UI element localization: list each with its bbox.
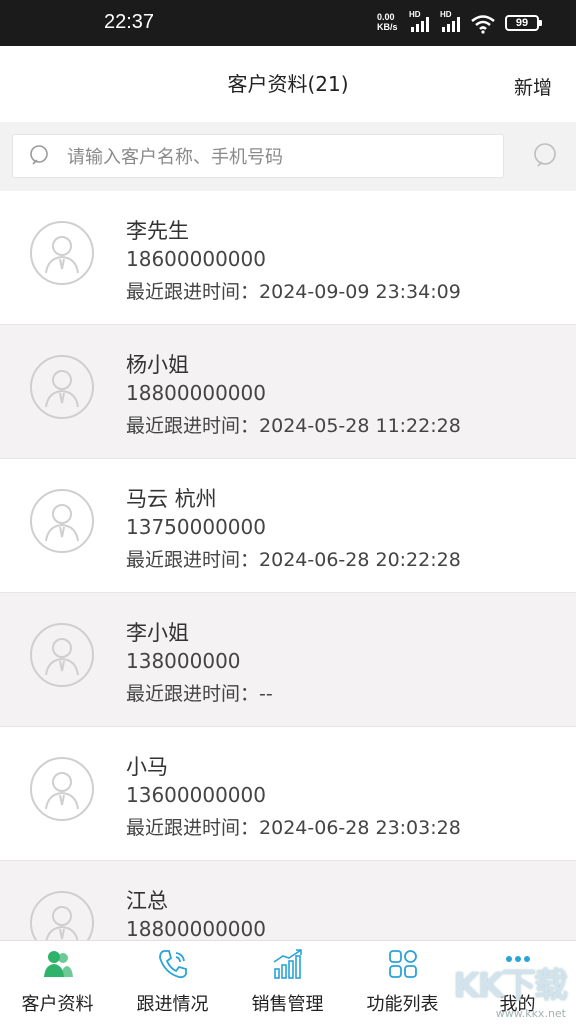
customer-name: 江总 [126, 889, 168, 913]
search-bar [0, 122, 576, 191]
follow-time-value: 2024-06-28 20:22:28 [259, 549, 461, 571]
grid-icon [389, 950, 417, 978]
customer-follow-time: 最近跟进时间：2024-06-28 23:03:28 [126, 813, 461, 840]
follow-time-value: -- [259, 683, 273, 705]
customer-phone: 18800000000 [126, 917, 266, 941]
customer-icon [44, 951, 73, 977]
follow-time-value: 2024-06-28 23:03:28 [259, 817, 461, 839]
customer-follow-time: 最近跟进时间：2024-09-09 23:34:09 [126, 277, 461, 304]
add-customer-button[interactable]: 新增 [514, 73, 552, 100]
customer-name: 马云 杭州 [126, 487, 217, 511]
tab-customers[interactable]: 客户资料 [0, 941, 115, 1025]
status-time: 22:37 [104, 11, 155, 33]
signal-2-icon: HD [438, 10, 468, 34]
customer-name: 小马 [126, 755, 168, 779]
tab-functions[interactable]: 功能列表 [345, 941, 460, 1025]
follow-label: 最近跟进时间： [126, 415, 260, 437]
watermark-url: www.kkx.net [495, 1007, 566, 1020]
watermark-brand: KK下载 [453, 966, 568, 1006]
avatar-icon [30, 489, 94, 553]
chart-icon [273, 949, 302, 979]
tab-sales[interactable]: 销售管理 [230, 941, 345, 1025]
avatar-icon [30, 221, 94, 285]
follow-label: 最近跟进时间： [126, 817, 260, 839]
tab-label: 客户资料 [21, 994, 94, 1015]
wifi-icon [471, 15, 495, 34]
watermark-logo: KK下载 www.kkx.net [453, 958, 568, 1020]
follow-label: 最近跟进时间： [126, 683, 260, 705]
net-speed-unit: KB/s [377, 22, 398, 32]
signal-1-label: HD [409, 10, 421, 19]
follow-label: 最近跟进时间： [126, 549, 260, 571]
search-icon [30, 145, 48, 165]
page-title: 客户资料(21) [227, 72, 349, 96]
tab-label: 功能列表 [366, 994, 439, 1015]
customer-item[interactable]: 小马 13600000000 最近跟进时间：2024-06-28 23:03:2… [0, 727, 576, 861]
customer-item[interactable]: 杨小姐 18800000000 最近跟进时间：2024-05-28 11:22:… [0, 325, 576, 459]
avatar-icon [30, 355, 94, 419]
avatar-icon [30, 623, 94, 687]
customer-name: 李先生 [126, 219, 189, 243]
customer-name: 杨小姐 [126, 353, 189, 377]
signal-2-label: HD [440, 10, 452, 19]
follow-time-value: 2024-05-28 11:22:28 [259, 415, 461, 437]
net-speed: 0.00 KB/s [377, 12, 398, 32]
customer-list: 李先生 18600000000 最近跟进时间：2024-09-09 23:34:… [0, 191, 576, 995]
customer-name: 李小姐 [126, 621, 189, 645]
search-button-icon[interactable] [532, 142, 560, 170]
phone-icon [159, 950, 187, 979]
customer-item[interactable]: 李先生 18600000000 最近跟进时间：2024-09-09 23:34:… [0, 191, 576, 325]
customer-item[interactable]: 李小姐 138000000 最近跟进时间：-- [0, 593, 576, 727]
customer-follow-time: 最近跟进时间：2024-06-28 20:22:28 [126, 545, 461, 572]
follow-time-value: 2024-09-09 23:34:09 [259, 281, 461, 303]
customer-phone: 13750000000 [126, 515, 266, 539]
customer-follow-time: 最近跟进时间：2024-05-28 11:22:28 [126, 411, 461, 438]
follow-label: 最近跟进时间： [126, 281, 260, 303]
customer-phone: 18600000000 [126, 247, 266, 271]
customer-follow-time: 最近跟进时间：-- [126, 679, 273, 706]
search-input[interactable] [65, 135, 499, 179]
search-box [12, 134, 504, 179]
avatar-icon [30, 757, 94, 821]
customer-item[interactable]: 马云 杭州 13750000000 最近跟进时间：2024-06-28 20:2… [0, 459, 576, 593]
tab-follow-up[interactable]: 跟进情况 [115, 941, 230, 1025]
customer-phone: 18800000000 [126, 381, 266, 405]
app-header: 客户资料(21) 新增 [0, 46, 576, 122]
customer-phone: 13600000000 [126, 783, 266, 807]
status-bar: 22:37 0.00 KB/s HD HD 99 [0, 0, 576, 46]
tab-label: 销售管理 [251, 994, 324, 1015]
battery-icon: 99 [505, 15, 542, 31]
net-speed-value: 0.00 [377, 12, 395, 22]
tab-label: 跟进情况 [136, 994, 209, 1015]
customer-phone: 138000000 [126, 649, 241, 673]
signal-1-icon: HD [407, 10, 437, 34]
